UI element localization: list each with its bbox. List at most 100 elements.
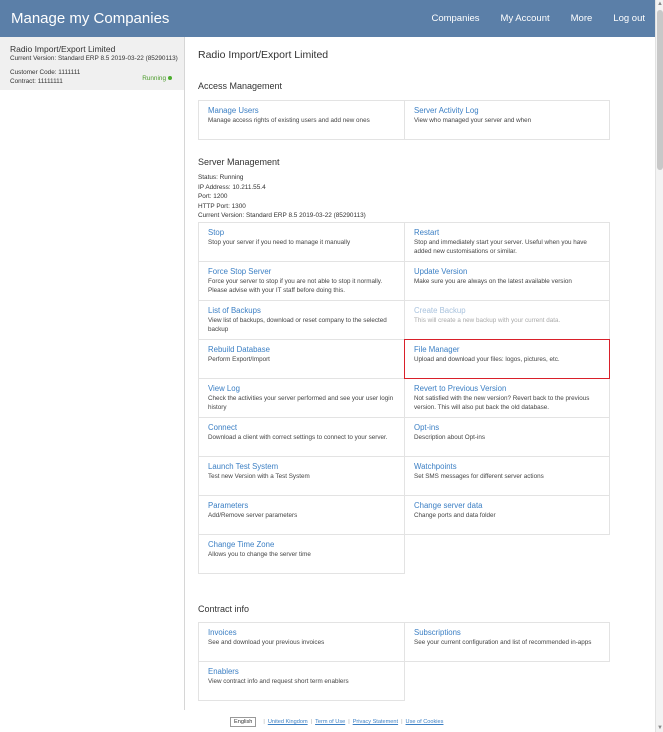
card-title[interactable]: View Log — [208, 384, 395, 393]
card-title[interactable]: Update Version — [414, 267, 600, 276]
app-title: Manage my Companies — [11, 10, 170, 27]
card-title[interactable]: Revert to Previous Version — [414, 384, 600, 393]
card-revert-to-previous-version[interactable]: Revert to Previous Version Not satisfied… — [404, 378, 610, 418]
card-title[interactable]: Server Activity Log — [414, 106, 600, 115]
card-description: Stop your server if you need to manage i… — [208, 239, 351, 246]
card-description: See and download your previous invoices — [208, 639, 325, 646]
card-title[interactable]: Restart — [414, 228, 600, 237]
card-enablers[interactable]: Enablers View contract info and request … — [198, 661, 405, 701]
card-title[interactable]: Change Time Zone — [208, 540, 395, 549]
server-ip: IP Address: 10.211.55.4 — [198, 183, 266, 191]
card-description: Add/Remove server parameters — [208, 512, 298, 519]
server-management-heading: Server Management — [198, 157, 280, 167]
card-description: Test new Version with a Test System — [208, 473, 310, 480]
card-title[interactable]: Launch Test System — [208, 462, 395, 471]
card-description: Upload and download your files: logos, p… — [414, 356, 560, 363]
nav-log-out[interactable]: Log out — [613, 13, 645, 24]
card-watchpoints[interactable]: Watchpoints Set SMS messages for differe… — [404, 456, 610, 496]
scroll-down-icon[interactable]: ▼ — [656, 724, 663, 732]
card-view-log[interactable]: View Log Check the activities your serve… — [198, 378, 405, 418]
card-title[interactable]: Connect — [208, 423, 395, 432]
top-navigation-bar: Manage my Companies Companies My Account… — [0, 0, 655, 37]
card-manage-users[interactable]: Manage Users Manage access rights of exi… — [198, 100, 405, 140]
server-info: Status: Running IP Address: 10.211.55.4 … — [198, 173, 366, 221]
access-management-grid: Manage Users Manage access rights of exi… — [198, 100, 610, 140]
card-connect[interactable]: Connect Download a client with correct s… — [198, 417, 405, 457]
card-description: Make sure you are always on the latest a… — [414, 278, 572, 285]
card-description: See your current configuration and list … — [414, 639, 592, 646]
footer-link-country[interactable]: United Kingdom — [268, 719, 308, 725]
card-description: Change ports and data folder — [414, 512, 496, 519]
sidebar-company-card[interactable]: Radio Import/Export Limited Current Vers… — [0, 37, 184, 90]
footer-link-privacy[interactable]: Privacy Statement — [353, 719, 398, 725]
card-description: Download a client with correct settings … — [208, 434, 388, 441]
card-title[interactable]: Opt-ins — [414, 423, 600, 432]
card-parameters[interactable]: Parameters Add/Remove server parameters — [198, 495, 405, 535]
server-status: Status: Running — [198, 174, 244, 181]
card-opt-ins[interactable]: Opt-ins Description about Opt-ins — [404, 417, 610, 457]
nav-my-account[interactable]: My Account — [501, 13, 550, 24]
card-description: Set SMS messages for different server ac… — [414, 473, 544, 480]
card-file-manager[interactable]: File Manager Upload and download your fi… — [404, 339, 610, 379]
language-selector[interactable]: English — [230, 717, 257, 727]
card-title[interactable]: Change server data — [414, 501, 600, 510]
card-title[interactable]: Watchpoints — [414, 462, 600, 471]
card-description: View list of backups, download or reset … — [208, 317, 387, 333]
card-title[interactable]: Force Stop Server — [208, 267, 395, 276]
card-title[interactable]: Stop — [208, 228, 395, 237]
card-change-server-data[interactable]: Change server data Change ports and data… — [404, 495, 610, 535]
card-title[interactable]: Rebuild Database — [208, 345, 395, 354]
page-title: Radio Import/Export Limited — [198, 49, 329, 61]
card-title[interactable]: Subscriptions — [414, 628, 600, 637]
card-description: Not satisfied with the new version? Reve… — [414, 395, 590, 411]
card-rebuild-database[interactable]: Rebuild Database Perform Export/Import — [198, 339, 405, 379]
card-launch-test-system[interactable]: Launch Test System Test new Version with… — [198, 456, 405, 496]
nav-more[interactable]: More — [571, 13, 593, 24]
card-description: View who managed your server and when — [414, 117, 532, 124]
card-description: Check the activities your server perform… — [208, 395, 394, 411]
card-server-activity-log[interactable]: Server Activity Log View who managed you… — [404, 100, 610, 140]
card-update-version[interactable]: Update Version Make sure you are always … — [404, 261, 610, 301]
access-management-heading: Access Management — [198, 81, 283, 91]
card-title[interactable]: Parameters — [208, 501, 395, 510]
contract-info-grid: Invoices See and download your previous … — [198, 622, 610, 701]
scroll-thumb[interactable] — [657, 10, 663, 170]
nav-companies[interactable]: Companies — [431, 13, 479, 24]
card-description: Manage access rights of existing users a… — [208, 117, 370, 124]
company-name: Radio Import/Export Limited — [10, 44, 116, 54]
card-title[interactable]: List of Backups — [208, 306, 395, 315]
status-text: Running — [142, 75, 166, 82]
card-list-of-backups[interactable]: List of Backups View list of backups, do… — [198, 300, 405, 340]
scroll-up-icon[interactable]: ▲ — [656, 0, 663, 8]
card-title[interactable]: Invoices — [208, 628, 395, 637]
server-http-port: HTTP Port: 1300 — [198, 202, 246, 210]
main-nav: Companies My Account More Log out — [410, 13, 645, 24]
contract-info-heading: Contract info — [198, 604, 250, 614]
card-title[interactable]: File Manager — [414, 345, 600, 354]
card-create-backup: Create Backup This will create a new bac… — [404, 300, 610, 340]
server-port: Port: 1200 — [198, 193, 228, 200]
card-description: Force your server to stop if you are not… — [208, 278, 383, 294]
card-force-stop-server[interactable]: Force Stop Server Force your server to s… — [198, 261, 405, 301]
card-title: Create Backup — [414, 306, 466, 315]
card-description: Allows you to change the server time — [208, 551, 311, 558]
card-change-time-zone[interactable]: Change Time Zone Allows you to change th… — [198, 534, 405, 574]
footer: English | United Kingdom | Term of Use |… — [230, 717, 443, 727]
company-version: Current Version: Standard ERP 8.5 2019-0… — [10, 55, 178, 62]
sidebar: Radio Import/Export Limited Current Vers… — [0, 37, 185, 710]
card-subscriptions[interactable]: Subscriptions See your current configura… — [404, 622, 610, 662]
card-title[interactable]: Manage Users — [208, 106, 395, 115]
card-description: Stop and immediately start your server. … — [414, 239, 587, 255]
card-stop[interactable]: Stop Stop your server if you need to man… — [198, 222, 405, 262]
card-description: View contract info and request short ter… — [208, 678, 349, 685]
card-restart[interactable]: Restart Stop and immediately start your … — [404, 222, 610, 262]
card-description: Perform Export/Import — [208, 356, 270, 363]
status-badge: Running — [142, 75, 172, 82]
card-invoices[interactable]: Invoices See and download your previous … — [198, 622, 405, 662]
card-title[interactable]: Enablers — [208, 667, 395, 676]
page-scrollbar[interactable]: ▲ ▼ — [655, 0, 663, 732]
footer-link-terms[interactable]: Term of Use — [315, 719, 345, 725]
footer-link-cookies[interactable]: Use of Cookies — [406, 719, 444, 725]
server-version: Current Version: Standard ERP 8.5 2019-0… — [198, 212, 366, 219]
card-description: Description about Opt-ins — [414, 434, 486, 441]
